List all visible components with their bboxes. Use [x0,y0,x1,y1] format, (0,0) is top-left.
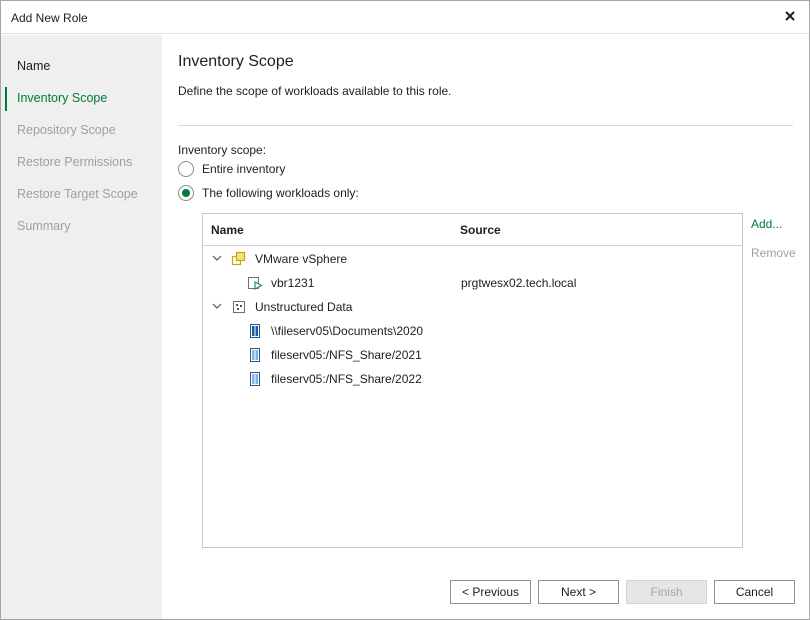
tree-row-vmware-vsphere[interactable]: VMware vSphere [203,247,742,271]
tree-node-label: fileserv05:/NFS_Share/2021 [271,348,422,362]
step-inventory-scope[interactable]: Inventory Scope [17,91,107,105]
following-workloads-radio[interactable] [178,185,194,201]
page-description: Define the scope of workloads available … [178,84,452,98]
tree-row-unstructured-data[interactable]: Unstructured Data [203,295,742,319]
window-title: Add New Role [11,11,88,25]
tree-node-label: VMware vSphere [255,252,348,266]
column-header-source[interactable]: Source [460,223,501,237]
add-button[interactable]: Add... [751,217,782,231]
following-workloads-label: The following workloads only: [202,186,359,200]
tree-node-source: prgtwesx02.tech.local [461,276,577,290]
header-divider [178,125,793,126]
file-share-icon [247,323,263,339]
entire-inventory-label: Entire inventory [202,162,286,176]
entire-inventory-radio[interactable] [178,161,194,177]
close-icon[interactable] [781,7,799,25]
finish-button: Finish [626,580,707,604]
inventory-scope-label: Inventory scope: [178,143,267,157]
step-content: Inventory Scope Define the scope of work… [162,35,809,619]
tree-node-label: vbr1231 [271,276,315,290]
step-restore-permissions: Restore Permissions [17,155,133,169]
tree-row-file-share-documents[interactable]: \\fileserv05\Documents\2020 [203,319,742,343]
step-name[interactable]: Name [17,59,50,73]
next-button[interactable]: Next > [538,580,619,604]
previous-button[interactable]: < Previous [450,580,531,604]
chevron-down-icon[interactable] [211,252,223,264]
page-title: Inventory Scope [178,53,294,70]
step-summary: Summary [17,219,71,233]
unstructured-data-icon [231,299,247,315]
add-new-role-dialog: Add New Role Name Inventory Scope Reposi… [0,0,810,620]
following-workloads-option[interactable]: The following workloads only: [178,185,359,201]
vmware-icon [231,251,247,267]
vm-icon [247,275,263,291]
wizard-steps-sidebar: Name Inventory Scope Repository Scope Re… [1,35,162,619]
grid-header: Name Source [203,214,742,246]
nfs-share-icon [247,347,263,363]
cancel-button[interactable]: Cancel [714,580,795,604]
entire-inventory-option[interactable]: Entire inventory [178,161,285,177]
nfs-share-icon [247,371,263,387]
tree-row-nfs-share-2021[interactable]: fileserv05:/NFS_Share/2021 [203,343,742,367]
workloads-grid[interactable]: Name Source VMware vSphere vbr1231 prgtw… [202,213,743,548]
step-repository-scope: Repository Scope [17,123,116,137]
column-header-name[interactable]: Name [211,223,244,237]
tree-node-label: Unstructured Data [255,300,353,314]
step-restore-target-scope: Restore Target Scope [17,187,138,201]
tree-node-label: fileserv05:/NFS_Share/2022 [271,372,422,386]
chevron-down-icon[interactable] [211,300,223,312]
tree-row-nfs-share-2022[interactable]: fileserv05:/NFS_Share/2022 [203,367,742,391]
tree-row-vbr1231[interactable]: vbr1231 prgtwesx02.tech.local [203,271,742,295]
remove-button: Remove [751,246,796,260]
title-bar: Add New Role [1,1,809,34]
tree-node-label: \\fileserv05\Documents\2020 [271,324,424,338]
active-step-indicator [5,87,7,111]
